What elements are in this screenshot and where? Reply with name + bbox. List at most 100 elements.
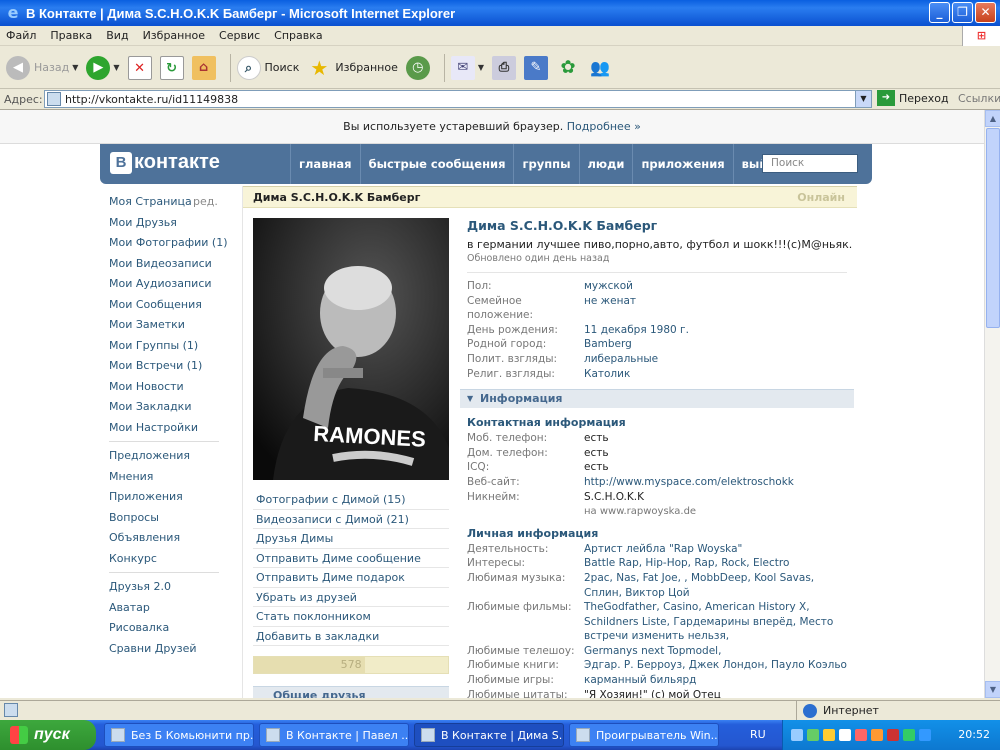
tray-app-icon[interactable]: [903, 729, 915, 741]
tray-app-icon[interactable]: [823, 729, 835, 741]
menu-offers[interactable]: Предложения: [109, 446, 221, 467]
home-button[interactable]: ⌂: [191, 55, 216, 80]
menu-contest[interactable]: Конкурс: [109, 549, 221, 570]
menu-my-notes[interactable]: Мои Заметки: [109, 315, 221, 336]
nav-quick-messages[interactable]: быстрые сообщения: [359, 144, 514, 184]
scroll-thumb[interactable]: [986, 128, 1000, 328]
menu-opinions[interactable]: Мнения: [109, 467, 221, 488]
links-button[interactable]: Ссылки: [958, 92, 1000, 105]
menu-file[interactable]: Файл: [6, 29, 36, 42]
info-value[interactable]: TheGodfather, Casino, American History X…: [584, 600, 847, 644]
info-value[interactable]: Католик: [584, 367, 630, 382]
menu-friends-2[interactable]: Друзья 2.0: [109, 577, 221, 598]
vertical-scrollbar[interactable]: ▲ ▼: [984, 110, 1000, 698]
chevron-down-icon[interactable]: ▼: [855, 91, 871, 107]
nav-home[interactable]: главная: [290, 144, 360, 184]
forward-button[interactable]: ▶ ▼: [86, 55, 120, 80]
menu-my-audio[interactable]: Мои Аудиозаписи: [109, 274, 221, 295]
network-icon[interactable]: [791, 729, 803, 741]
action-videos-with[interactable]: Видеозаписи с Димой (21): [253, 510, 449, 529]
menu-my-events[interactable]: Мои Встречи (1): [109, 356, 221, 377]
info-value[interactable]: Bamberg: [584, 337, 632, 352]
info-value[interactable]: либеральные: [584, 352, 658, 367]
menu-my-photos[interactable]: Мои Фотографии (1): [109, 233, 228, 254]
nav-groups[interactable]: группы: [513, 144, 578, 184]
menu-my-settings[interactable]: Мои Настройки: [109, 418, 221, 439]
notice-more-link[interactable]: Подробнее »: [567, 120, 641, 133]
action-become-fan[interactable]: Стать поклонником: [253, 607, 449, 627]
info-value[interactable]: 2pac, Nas, Fat Joe, , MobbDeep, Kool Sav…: [584, 571, 847, 600]
print-button[interactable]: ⎙: [492, 55, 516, 80]
menu-questions[interactable]: Вопросы: [109, 508, 221, 529]
common-friends-header[interactable]: Общие друзья: [253, 686, 449, 698]
menu-my-news[interactable]: Мои Новости: [109, 377, 221, 398]
nav-apps[interactable]: приложения: [632, 144, 732, 184]
info-value[interactable]: 11 декабря 1980 г.: [584, 323, 689, 338]
menu-my-friends[interactable]: Мои Друзья: [109, 213, 221, 234]
nav-people[interactable]: люди: [578, 144, 633, 184]
back-button[interactable]: ◀ Назад ▼: [6, 55, 78, 80]
maximize-button[interactable]: ❐: [952, 2, 973, 23]
start-button[interactable]: пуск: [0, 720, 96, 750]
tray-app-icon[interactable]: [807, 729, 819, 741]
search-button[interactable]: ⌕ Поиск: [236, 55, 299, 80]
info-value[interactable]: не женат: [584, 294, 636, 323]
scroll-down-icon[interactable]: ▼: [985, 681, 1000, 698]
vk-logo[interactable]: B контакте: [110, 151, 220, 174]
menu-compare-friends[interactable]: Сравни Друзей: [109, 639, 221, 660]
mail-button[interactable]: ✉ ▼: [450, 55, 484, 80]
address-input[interactable]: http://vkontakte.ru/id11149838 ▼: [44, 90, 872, 108]
tray-app-icon[interactable]: [855, 729, 867, 741]
messenger-button[interactable]: ✿: [556, 56, 580, 80]
profile-photo[interactable]: RAMONES: [253, 218, 449, 480]
go-button[interactable]: ➜ Переход: [877, 90, 949, 106]
action-add-bookmark[interactable]: Добавить в закладки: [253, 627, 449, 646]
vk-search-input[interactable]: Поиск: [762, 154, 858, 173]
info-value[interactable]: мужской: [584, 279, 633, 294]
taskbar-item[interactable]: Проигрыватель Win...: [569, 723, 719, 747]
edit-button[interactable]: ✎: [524, 55, 548, 80]
menu-drawing[interactable]: Рисовалка: [109, 618, 221, 639]
menu-tools[interactable]: Сервис: [219, 29, 260, 42]
menu-my-videos[interactable]: Мои Видеозаписи: [109, 254, 221, 275]
favorites-button[interactable]: ★ Избранное: [307, 56, 397, 80]
menu-view[interactable]: Вид: [106, 29, 128, 42]
antivirus-icon[interactable]: [887, 729, 899, 741]
taskbar-item[interactable]: Без Б Комьюнити пр...: [104, 723, 254, 747]
menu-avatar[interactable]: Аватар: [109, 598, 221, 619]
menu-edit[interactable]: Правка: [50, 29, 92, 42]
info-value[interactable]: Germanys next Topmodel,: [584, 644, 721, 659]
info-value[interactable]: карманный бильярд: [584, 673, 696, 688]
scroll-up-icon[interactable]: ▲: [985, 110, 1000, 127]
minimize-button[interactable]: _: [929, 2, 950, 23]
action-send-message[interactable]: Отправить Диме сообщение: [253, 549, 449, 568]
action-send-gift[interactable]: Отправить Диме подарок: [253, 568, 449, 588]
menu-help[interactable]: Справка: [274, 29, 322, 42]
menu-my-page[interactable]: Моя Страница ред.: [109, 192, 221, 213]
info-value[interactable]: Эдгар. Р. Берроуз, Джек Лондон, Пауло Ко…: [584, 658, 847, 673]
action-remove-friend[interactable]: Убрать из друзей: [253, 588, 449, 607]
info-section-header[interactable]: ▼ Информация: [460, 389, 854, 409]
edit-link[interactable]: ред.: [193, 192, 218, 213]
contacts-button[interactable]: 👥: [588, 56, 612, 80]
taskbar-item[interactable]: В Контакте | Павел ...: [259, 723, 409, 747]
menu-ads[interactable]: Объявления: [109, 528, 221, 549]
taskbar-item-active[interactable]: В Контакте | Дима S...: [414, 723, 564, 747]
menu-my-groups[interactable]: Мои Группы (1): [109, 336, 221, 357]
action-photos-with[interactable]: Фотографии с Димой (15): [253, 490, 449, 510]
info-value[interactable]: Артист лейбла "Rap Woyska": [584, 542, 742, 557]
menu-favorites[interactable]: Избранное: [143, 29, 205, 42]
action-friends[interactable]: Друзья Димы: [253, 529, 449, 549]
close-button[interactable]: ✕: [975, 2, 996, 23]
website-link[interactable]: http://www.myspace.com/elektroschokk: [584, 475, 794, 490]
tray-app-icon[interactable]: [919, 729, 931, 741]
menu-apps[interactable]: Приложения: [109, 487, 221, 508]
language-indicator[interactable]: RU: [750, 728, 766, 741]
volume-icon[interactable]: [839, 729, 851, 741]
history-button[interactable]: ◷: [405, 55, 430, 80]
stop-button[interactable]: ✕: [127, 55, 152, 80]
info-value[interactable]: Battle Rap, Hip-Hop, Rap, Rock, Electro: [584, 556, 789, 571]
menu-my-bookmarks[interactable]: Мои Закладки: [109, 397, 221, 418]
menu-my-messages[interactable]: Мои Сообщения: [109, 295, 221, 316]
refresh-button[interactable]: ↻: [159, 55, 184, 80]
